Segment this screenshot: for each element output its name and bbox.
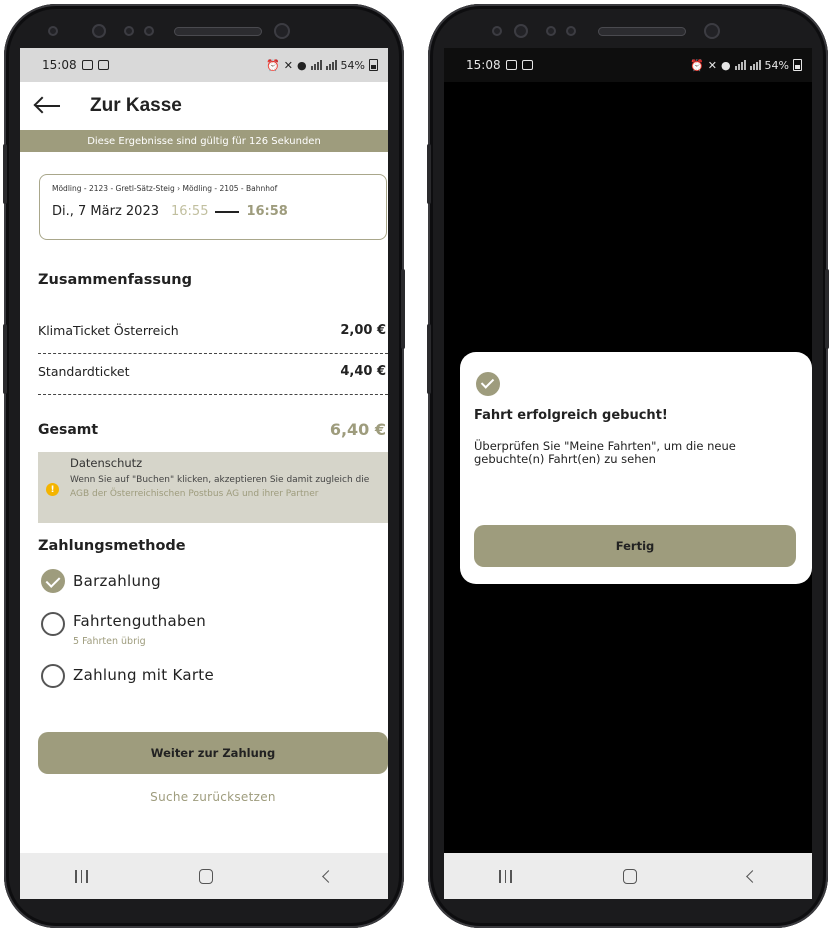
radio-credit[interactable]	[41, 612, 65, 636]
time-separator	[215, 210, 240, 213]
phone-checkout: 15:08 ⏰ ✕ ● 54% Zur Kasse Diese Ergebnis…	[3, 4, 405, 928]
departure-time: 16:55	[171, 204, 209, 219]
location-icon: ●	[296, 58, 307, 72]
line-item: Standardticket 4,40 €	[38, 364, 388, 379]
signal-icon	[749, 60, 761, 70]
app-bar: Zur Kasse	[20, 82, 388, 130]
nav-recent-icon[interactable]	[75, 869, 88, 883]
trip-card: Mödling - 2123 - Gretl-Sätz-Steig › Mödl…	[39, 174, 387, 240]
status-time: 15:08	[42, 58, 77, 72]
system-nav-bar	[20, 853, 388, 899]
terms-link[interactable]: AGB der Österreichischen Postbus AG und …	[70, 489, 318, 499]
check-circle-icon	[476, 372, 500, 396]
screen: 15:08 ⏰ ✕ ● 54% Fahrt erfolgreich gebuch…	[444, 48, 812, 899]
battery-icon	[793, 59, 802, 71]
status-time: 15:08	[466, 58, 501, 72]
nav-recent-icon[interactable]	[499, 869, 512, 883]
arrival-time: 16:58	[246, 204, 288, 219]
mute-icon: ✕	[707, 58, 717, 72]
total-row: Gesamt 6,40 €	[38, 420, 388, 439]
status-bar: 15:08 ⏰ ✕ ● 54%	[444, 48, 812, 82]
total-label: Gesamt	[38, 421, 99, 438]
alarm-icon: ⏰	[266, 58, 280, 72]
nav-home-icon[interactable]	[198, 868, 213, 884]
page-title: Zur Kasse	[90, 95, 182, 116]
total-value: 6,40 €	[329, 420, 386, 439]
payment-title: Zahlungsmethode	[38, 538, 186, 554]
divider	[38, 353, 388, 354]
dialog-title: Fahrt erfolgreich gebucht!	[474, 408, 668, 423]
system-nav-bar	[444, 853, 812, 899]
nav-home-icon[interactable]	[622, 868, 637, 884]
info-icon: !	[46, 483, 59, 496]
line-item-price: 4,40 €	[340, 364, 386, 379]
signal-icon	[734, 60, 746, 70]
front-camera	[704, 23, 720, 39]
battery-percent: 54%	[764, 58, 789, 72]
summary-title: Zusammenfassung	[38, 272, 193, 288]
sensor	[566, 26, 576, 36]
notification-icon	[505, 60, 517, 70]
continue-payment-button[interactable]: Weiter zur Zahlung	[38, 732, 388, 774]
back-arrow-icon[interactable]	[34, 96, 62, 116]
privacy-notice: ! Datenschutz Wenn Sie auf "Buchen" klic…	[38, 452, 388, 523]
line-item-label: Standardticket	[38, 364, 130, 379]
nav-back-icon[interactable]	[745, 869, 759, 883]
radio-cash[interactable]	[41, 569, 65, 593]
payment-option-cash[interactable]: Barzahlung	[73, 572, 161, 590]
front-camera	[274, 23, 290, 39]
speaker-grille	[174, 27, 262, 36]
validity-banner: Diese Ergebnisse sind gültig für 126 Sek…	[20, 130, 388, 152]
battery-percent: 54%	[340, 58, 365, 72]
phone-confirmation: 15:08 ⏰ ✕ ● 54% Fahrt erfolgreich gebuch…	[427, 4, 829, 928]
done-button[interactable]: Fertig	[474, 525, 796, 567]
line-item-price: 2,00 €	[340, 323, 386, 338]
volume-button	[3, 144, 7, 204]
status-bar: 15:08 ⏰ ✕ ● 54%	[20, 48, 388, 82]
nav-back-icon[interactable]	[321, 869, 335, 883]
volume-button	[427, 144, 431, 204]
line-item-label: KlimaTicket Österreich	[38, 323, 179, 338]
sensor	[492, 26, 502, 36]
bixby-button	[427, 324, 431, 394]
line-item: KlimaTicket Österreich 2,00 €	[38, 323, 388, 338]
battery-icon	[369, 59, 378, 71]
sensor	[124, 26, 134, 36]
mute-icon: ✕	[283, 58, 293, 72]
location-icon: ●	[720, 58, 731, 72]
alarm-icon: ⏰	[690, 58, 704, 72]
signal-icon	[310, 60, 322, 70]
power-button	[401, 269, 405, 349]
privacy-text: Wenn Sie auf "Buchen" klicken, akzeptier…	[70, 473, 384, 501]
gallery-icon	[521, 60, 533, 70]
trip-date: Di., 7 März 2023	[52, 204, 159, 219]
booking-confirmation-dialog: Fahrt erfolgreich gebucht! Überprüfen Si…	[460, 352, 812, 584]
trip-date-time: Di., 7 März 2023 16:55 16:58	[52, 204, 288, 219]
power-button	[825, 269, 829, 349]
payment-option-card[interactable]: Zahlung mit Karte	[73, 666, 214, 684]
sensor	[144, 26, 154, 36]
sensor	[92, 24, 106, 38]
payment-option-credit[interactable]: Fahrtenguthaben	[73, 612, 206, 630]
sensor	[514, 24, 528, 38]
signal-icon	[325, 60, 337, 70]
gallery-icon	[97, 60, 109, 70]
bixby-button	[3, 324, 7, 394]
speaker-grille	[598, 27, 686, 36]
radio-card[interactable]	[41, 664, 65, 688]
screen: 15:08 ⏰ ✕ ● 54% Zur Kasse Diese Ergebnis…	[20, 48, 388, 899]
sensor	[48, 26, 58, 36]
trip-route: Mödling - 2123 - Gretl-Sätz-Steig › Mödl…	[52, 184, 278, 193]
sensor	[546, 26, 556, 36]
divider	[38, 394, 388, 395]
dialog-message: Überprüfen Sie "Meine Fahrten", um die n…	[474, 439, 736, 466]
rides-remaining: 5 Fahrten übrig	[73, 636, 146, 647]
reset-search-link[interactable]: Suche zurücksetzen	[38, 790, 388, 804]
privacy-text-body: Wenn Sie auf "Buchen" klicken, akzeptier…	[70, 475, 370, 485]
privacy-title: Datenschutz	[70, 456, 143, 470]
notification-icon	[81, 60, 93, 70]
